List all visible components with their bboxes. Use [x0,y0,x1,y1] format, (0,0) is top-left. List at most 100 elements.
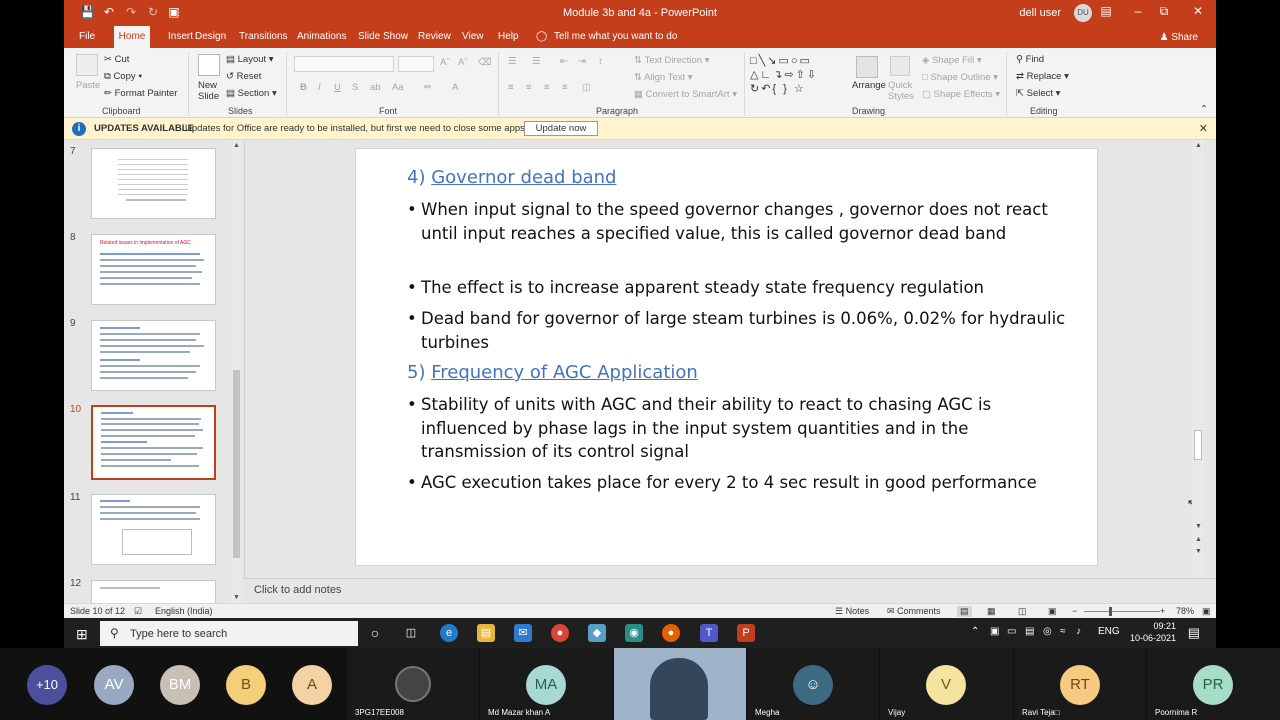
firefox-icon[interactable]: ● [662,624,680,642]
reset-button[interactable]: ↺ Reset [226,71,261,82]
participant-tile[interactable]: 3PG17EE008 [347,648,479,720]
align-center-icon[interactable]: ≡ [526,82,532,93]
participant-tile[interactable]: ☺ Megha [747,648,879,720]
reading-view-icon[interactable]: ◫ [1018,606,1027,617]
slide-thumbnail[interactable] [91,580,216,603]
section-button[interactable]: ▤ Section ▾ [226,88,277,99]
spellcheck-icon[interactable]: ☑ [134,606,142,617]
taskbar-search[interactable]: ⚲ Type here to search [100,621,358,646]
windows-start-icon[interactable]: ⊞ [76,626,88,643]
participant-tile[interactable]: A [292,648,346,720]
mail-icon[interactable]: ✉ [514,624,532,642]
bullet-item[interactable]: Stability of units with AGC and their ab… [407,393,1067,464]
align-left-icon[interactable]: ≡ [508,82,514,93]
replace-button[interactable]: ⇄ Replace ▾ [1016,71,1069,82]
underline-icon[interactable]: U [334,82,341,93]
tab-file[interactable]: File [79,31,95,42]
participant-tile[interactable]: MA Md Mazar khan A [480,648,613,720]
italic-icon[interactable]: I [318,82,321,93]
ribbon-display-icon[interactable]: ▤ [1096,4,1116,18]
tab-view[interactable]: View [462,31,484,42]
decrease-indent-icon[interactable]: ⇤ [560,56,568,67]
camera-icon[interactable]: ▣ [990,626,999,637]
find-button[interactable]: ⚲ Find [1016,54,1044,65]
grow-font-icon[interactable]: Aˆ [440,57,450,68]
participant-tile[interactable]: +10 [0,648,94,720]
scroll-down-icon[interactable]: ▼ [1195,523,1202,530]
user-name[interactable]: dell user [1019,7,1061,19]
font-size-dropdown[interactable] [398,56,434,72]
zoom-level[interactable]: 78% [1176,606,1194,616]
heading-governor-dead-band[interactable]: 4) Governor dead band [407,167,617,188]
tell-me-input[interactable]: Tell me what you want to do [554,31,677,42]
quick-styles-icon[interactable] [890,56,910,76]
scrollbar-thumb[interactable] [233,370,240,558]
network-icon[interactable]: ▤ [1025,626,1034,637]
bullets-icon[interactable]: ☰ [508,56,517,67]
cortana-icon[interactable]: ○ [366,624,384,642]
notes-toggle[interactable]: ☰ Notes [835,606,869,617]
scroll-down-icon[interactable]: ▼ [233,594,240,601]
strikethrough-icon[interactable]: S [352,82,358,93]
tab-insert[interactable]: Insert [168,31,193,42]
slide-thumbnail[interactable] [91,148,216,219]
spacing-icon[interactable]: ab [370,82,381,93]
slideshow-view-icon[interactable]: ▣ [1048,606,1057,617]
share-button[interactable]: ♟ Share [1160,32,1198,43]
zoom-out-icon[interactable]: − [1072,606,1077,616]
minimize-icon[interactable]: – [1128,4,1148,18]
slide-thumbnail[interactable] [91,320,216,391]
highlight-icon[interactable]: ✏ [424,82,432,93]
zoom-in-icon[interactable]: + [1160,606,1165,616]
slide-sorter-icon[interactable]: ▦ [987,606,996,617]
teams-icon[interactable]: T [700,624,718,642]
tab-review[interactable]: Review [418,31,451,42]
scroll-up-icon[interactable]: ▲ [233,142,240,149]
bullet-item[interactable]: The effect is to increase apparent stead… [407,276,1067,300]
select-button[interactable]: ⇱ Select ▾ [1016,88,1060,99]
participant-tile[interactable]: B [226,648,292,720]
language-status[interactable]: English (India) [155,606,213,616]
close-icon[interactable]: ✕ [1188,4,1208,18]
clear-format-icon[interactable]: ⌫ [478,57,491,68]
collapse-ribbon-icon[interactable]: ⌃ [1200,104,1208,115]
copy-button[interactable]: ⧉ Copy ▾ [104,71,142,82]
close-icon[interactable]: ✕ [1199,122,1208,135]
shape-effects-button[interactable]: ▢ Shape Effects ▾ [922,89,1000,100]
thumbnail-scrollbar[interactable]: ▲ ▼ [231,140,242,603]
restore-icon[interactable]: ⧉ [1154,4,1174,19]
user-avatar[interactable]: DU [1074,4,1092,22]
bullet-item[interactable]: Dead band for governor of large steam tu… [407,307,1067,354]
participant-tile[interactable]: AV [94,648,160,720]
scroll-up-icon[interactable]: ▲ [1195,142,1202,149]
format-painter-button[interactable]: ✏ Format Painter [104,88,177,99]
new-slide-icon[interactable] [198,54,220,76]
file-explorer-icon[interactable]: ▤ [477,624,495,642]
paste-button[interactable]: Paste [76,80,100,91]
notification-icon[interactable]: ▤ [1188,625,1200,641]
notes-placeholder[interactable]: Click to add notes [254,584,341,596]
arrange-icon[interactable] [856,56,878,78]
paste-icon[interactable] [76,54,98,76]
slide-canvas[interactable]: 4) Governor dead band When input signal … [355,148,1098,566]
bold-icon[interactable]: B [300,82,307,93]
numbering-icon[interactable]: ☰ [532,56,541,67]
update-now-button[interactable]: Update now [524,121,598,136]
battery-icon[interactable]: ▭ [1007,626,1016,637]
globe-icon[interactable]: ◎ [1043,626,1052,637]
tab-help[interactable]: Help [498,31,519,42]
increase-indent-icon[interactable]: ⇥ [578,56,586,67]
wifi-icon[interactable]: ≈ [1060,626,1066,637]
smartart-button[interactable]: ▦ Convert to SmartArt ▾ [634,89,737,100]
columns-icon[interactable]: ◫ [582,82,591,93]
participant-tile[interactable]: V Vijay [880,648,1013,720]
app-icon[interactable]: ◆ [588,624,606,642]
layout-button[interactable]: ▤ Layout ▾ [226,54,274,65]
text-direction-button[interactable]: ⇅ Text Direction ▾ [634,55,709,66]
font-color-icon[interactable]: A [452,82,458,93]
shape-outline-button[interactable]: □ Shape Outline ▾ [922,72,998,83]
bullet-item[interactable]: AGC execution takes place for every 2 to… [407,471,1067,495]
shape-fill-button[interactable]: ◈ Shape Fill ▾ [922,55,982,66]
system-clock[interactable]: 09:21 10-06-2021 [1130,620,1176,644]
language-indicator[interactable]: ENG [1098,626,1120,637]
